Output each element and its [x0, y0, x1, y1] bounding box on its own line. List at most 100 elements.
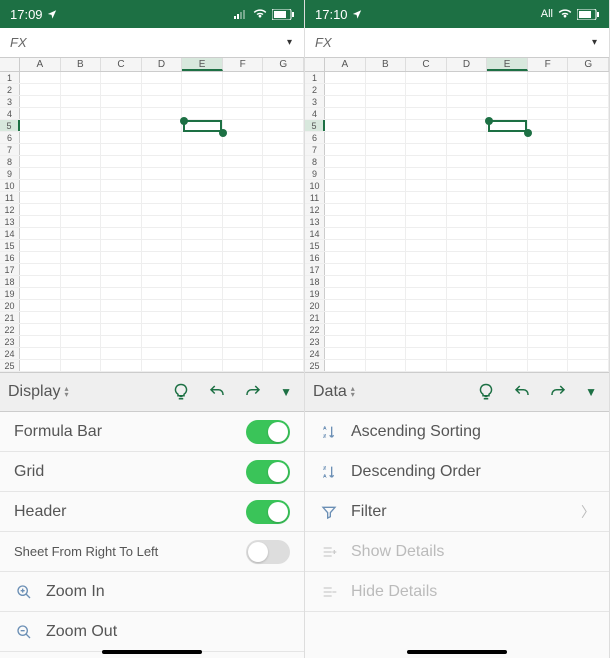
cell[interactable]	[142, 216, 183, 227]
cell[interactable]	[568, 312, 609, 323]
cell[interactable]	[142, 144, 183, 155]
cell[interactable]	[223, 300, 264, 311]
cell[interactable]	[223, 216, 264, 227]
row-header[interactable]: 8	[0, 156, 20, 167]
cell[interactable]	[325, 216, 366, 227]
cell[interactable]	[366, 96, 407, 107]
cell[interactable]	[528, 276, 569, 287]
cell[interactable]	[406, 336, 447, 347]
row-header[interactable]: 23	[305, 336, 325, 347]
cell[interactable]	[366, 240, 407, 251]
cell[interactable]	[366, 360, 407, 371]
cell[interactable]	[223, 180, 264, 191]
cell[interactable]	[568, 84, 609, 95]
cell[interactable]	[182, 168, 223, 179]
row-header[interactable]: 13	[305, 216, 325, 227]
cell[interactable]	[487, 192, 528, 203]
cell[interactable]	[223, 204, 264, 215]
row-header[interactable]: 18	[0, 276, 20, 287]
cell[interactable]	[223, 312, 264, 323]
cell[interactable]	[263, 156, 304, 167]
cell[interactable]	[101, 72, 142, 83]
cell[interactable]	[406, 300, 447, 311]
cell[interactable]	[447, 120, 488, 131]
cell[interactable]	[20, 336, 61, 347]
cell[interactable]	[406, 120, 447, 131]
cell[interactable]	[61, 108, 102, 119]
cell[interactable]	[406, 96, 447, 107]
cell[interactable]	[487, 144, 528, 155]
cell[interactable]	[142, 264, 183, 275]
cell[interactable]	[568, 240, 609, 251]
cell[interactable]	[528, 336, 569, 347]
cell[interactable]	[182, 72, 223, 83]
cell[interactable]	[142, 252, 183, 263]
menu-zoom-in[interactable]: Zoom In	[0, 572, 304, 612]
cell[interactable]	[182, 312, 223, 323]
cell[interactable]	[568, 96, 609, 107]
column-header[interactable]: D	[142, 58, 183, 71]
cell[interactable]	[182, 156, 223, 167]
menu-grid[interactable]: Grid	[0, 452, 304, 492]
cell[interactable]	[447, 72, 488, 83]
cell[interactable]	[101, 312, 142, 323]
row-header[interactable]: 20	[0, 300, 20, 311]
cell[interactable]	[568, 252, 609, 263]
cell[interactable]	[568, 216, 609, 227]
cell[interactable]	[20, 348, 61, 359]
cell[interactable]	[101, 360, 142, 371]
cell[interactable]	[223, 288, 264, 299]
column-header[interactable]: G	[568, 58, 609, 71]
cell[interactable]	[223, 144, 264, 155]
column-header[interactable]: F	[223, 58, 264, 71]
cell[interactable]	[366, 192, 407, 203]
cell[interactable]	[263, 120, 304, 131]
cell[interactable]	[182, 204, 223, 215]
cell[interactable]	[406, 240, 447, 251]
cell[interactable]	[61, 336, 102, 347]
cell[interactable]	[142, 120, 183, 131]
cell[interactable]	[142, 312, 183, 323]
cell[interactable]	[528, 348, 569, 359]
cell[interactable]	[366, 180, 407, 191]
cell[interactable]	[61, 300, 102, 311]
cell[interactable]	[20, 84, 61, 95]
collapse-icon[interactable]: ▼	[276, 385, 296, 399]
cell[interactable]	[142, 72, 183, 83]
cell[interactable]	[20, 300, 61, 311]
cell[interactable]	[528, 312, 569, 323]
cell[interactable]	[447, 312, 488, 323]
row-header[interactable]: 2	[0, 84, 20, 95]
cell[interactable]	[101, 324, 142, 335]
cell[interactable]	[366, 216, 407, 227]
cell[interactable]	[528, 192, 569, 203]
cell[interactable]	[406, 264, 447, 275]
redo-icon[interactable]	[545, 379, 571, 405]
spreadsheet-grid[interactable]: ABCDEFG 12345678910111213141516171819202…	[0, 58, 304, 372]
cell[interactable]	[487, 348, 528, 359]
formula-input[interactable]	[336, 32, 586, 54]
menu-header[interactable]: Header	[0, 492, 304, 532]
cell[interactable]	[182, 360, 223, 371]
selection-handle-tl[interactable]	[485, 117, 493, 125]
cell[interactable]	[325, 120, 366, 131]
lightbulb-icon[interactable]	[168, 379, 194, 405]
cell[interactable]	[61, 252, 102, 263]
cell[interactable]	[528, 144, 569, 155]
cell[interactable]	[366, 336, 407, 347]
cell[interactable]	[263, 132, 304, 143]
cell[interactable]	[366, 204, 407, 215]
cell[interactable]	[263, 180, 304, 191]
cell[interactable]	[223, 192, 264, 203]
cell[interactable]	[61, 228, 102, 239]
cell[interactable]	[325, 360, 366, 371]
cell[interactable]	[568, 192, 609, 203]
cell[interactable]	[20, 252, 61, 263]
cell[interactable]	[406, 216, 447, 227]
cell[interactable]	[20, 156, 61, 167]
cell[interactable]	[447, 156, 488, 167]
cell[interactable]	[366, 156, 407, 167]
cell[interactable]	[182, 192, 223, 203]
cell[interactable]	[325, 324, 366, 335]
cell[interactable]	[182, 180, 223, 191]
